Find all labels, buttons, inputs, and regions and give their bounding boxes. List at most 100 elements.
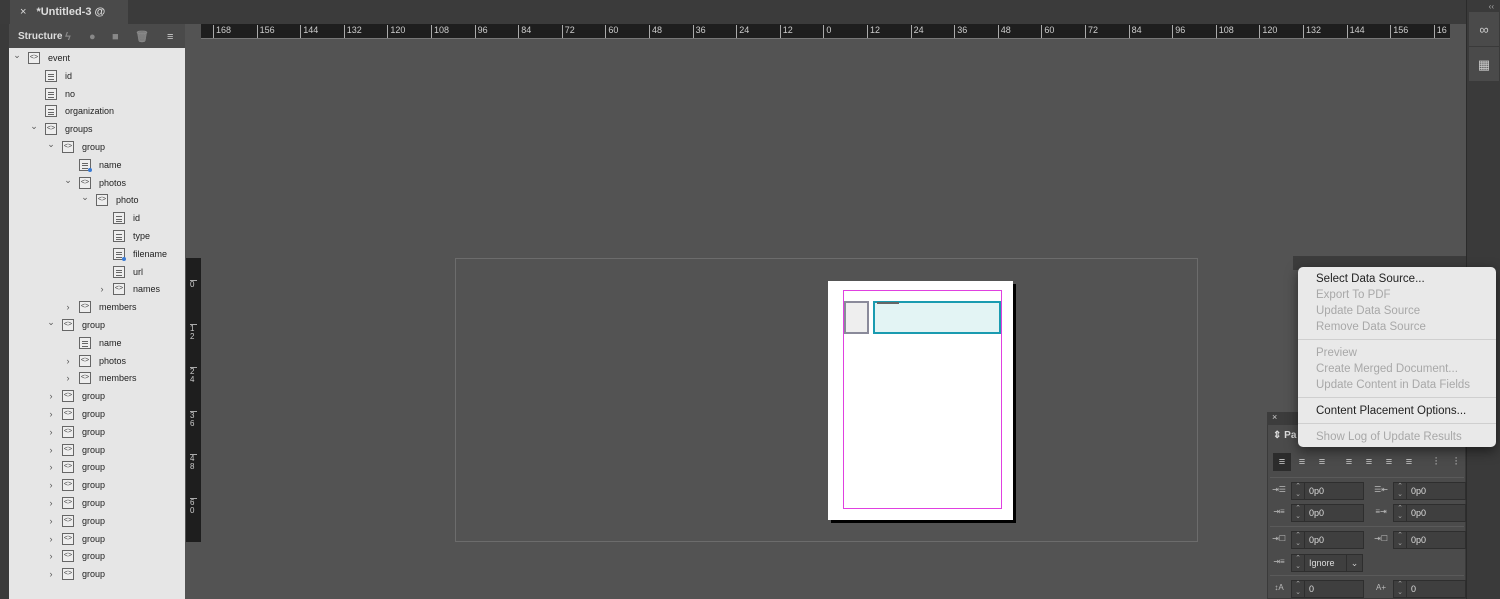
tree-item[interactable]: › <> names — [9, 280, 185, 298]
right-indent-field[interactable]: ⌃ ⌄ 0p0 — [1393, 482, 1466, 500]
tree-item[interactable]: name — [9, 156, 185, 174]
align-left-icon[interactable]: ≡ — [1273, 453, 1291, 471]
chevron-down-icon[interactable]: ⌄ — [46, 316, 56, 328]
ruler-tick-label: 60 — [605, 25, 618, 38]
stepper-icon[interactable]: ⌃ ⌄ — [1292, 581, 1305, 597]
space-after-field[interactable]: ⌃ ⌄ 0p0 — [1393, 531, 1466, 549]
tree-item[interactable]: › <> members — [9, 369, 185, 387]
tree-item[interactable]: › <> group — [9, 387, 185, 405]
horizontal-ruler[interactable]: 168 156 144 132 120 108 96 84 72 60 48 36 24 12 0 12 24 3… — [201, 24, 1450, 39]
tree-item[interactable]: › <> group — [9, 565, 185, 583]
align-right-icon[interactable]: ≡ — [1313, 453, 1331, 471]
trash-icon[interactable]: 🗑 — [135, 24, 149, 50]
tree-item[interactable]: url — [9, 263, 185, 281]
stepper-icon[interactable]: ⌃ ⌄ — [1394, 505, 1407, 521]
chevron-right-icon[interactable]: › — [46, 565, 56, 583]
tree-item[interactable]: › <> group — [9, 441, 185, 459]
chevron-down-icon[interactable]: ⌄ — [63, 174, 73, 186]
tree-item[interactable]: › <> group — [9, 423, 185, 441]
justify-right-icon[interactable]: ≡ — [1380, 453, 1398, 471]
image-frame[interactable] — [844, 301, 869, 334]
tree-item[interactable]: › <> group — [9, 512, 185, 530]
pasteboard[interactable] — [455, 258, 1198, 542]
chevron-right-icon[interactable]: › — [63, 369, 73, 387]
tree-item[interactable]: › <> group — [9, 494, 185, 512]
align-center-icon[interactable]: ≡ — [1293, 453, 1311, 471]
chevron-right-icon[interactable]: › — [46, 405, 56, 423]
collapse-dock-icon[interactable]: ‹‹ — [1489, 2, 1494, 11]
chevron-right-icon[interactable]: › — [46, 530, 56, 548]
chevron-right-icon[interactable]: › — [46, 441, 56, 459]
paragraph-panel-title[interactable]: ⇕ Pa — [1273, 430, 1296, 441]
links-icon[interactable]: ∞ — [1469, 12, 1499, 46]
justify-left-icon[interactable]: ≡ — [1340, 453, 1358, 471]
menu-item[interactable]: Select Data Source... — [1316, 271, 1425, 287]
drop-cap-lines-field[interactable]: ⌃ ⌄ 0 — [1291, 580, 1364, 598]
chevron-down-icon[interactable]: ⌄ — [46, 138, 56, 150]
menu-item[interactable]: Content Placement Options... — [1316, 403, 1466, 419]
space-before-field[interactable]: ⌃ ⌄ 0p0 — [1291, 531, 1364, 549]
chevron-right-icon[interactable]: › — [63, 352, 73, 370]
chevron-right-icon[interactable]: › — [46, 512, 56, 530]
chevron-right-icon[interactable]: › — [46, 458, 56, 476]
tree-item[interactable]: › <> members — [9, 298, 185, 316]
tree-item[interactable]: filename — [9, 245, 185, 263]
left-indent-field[interactable]: ⌃ ⌄ 0p0 — [1291, 482, 1364, 500]
vertical-ruler[interactable]: 0 12 24 36 48 60 — [186, 258, 201, 542]
tree-item[interactable]: ⌄ <> group — [9, 138, 185, 156]
close-panel-icon[interactable]: × — [1272, 412, 1277, 422]
tree-item[interactable]: type — [9, 227, 185, 245]
justify-center-icon[interactable]: ≡ — [1360, 453, 1378, 471]
stepper-icon[interactable]: ⌃ ⌄ — [1292, 505, 1305, 521]
chevron-down-icon[interactable]: ⌄ — [1346, 555, 1362, 571]
tree-item[interactable]: ⌄ <> photos — [9, 174, 185, 192]
align-to-grid-field[interactable]: ⌃ ⌄ Ignore ⌄ — [1291, 554, 1363, 572]
justify-all-icon[interactable]: ≡ — [1400, 453, 1418, 471]
tree-item[interactable]: › <> group — [9, 476, 185, 494]
tree-item[interactable]: ⌄ <> group — [9, 316, 185, 334]
chevron-down-icon[interactable]: ⌄ — [80, 191, 90, 203]
tree-item[interactable]: › <> group — [9, 405, 185, 423]
text-frame-selected[interactable] — [873, 301, 1001, 334]
tree-item[interactable]: › <> group — [9, 530, 185, 548]
chevron-right-icon[interactable]: › — [46, 476, 56, 494]
chevron-down-icon[interactable]: ⌄ — [29, 120, 39, 132]
first-line-indent-field[interactable]: ⌃ ⌄ 0p0 — [1291, 504, 1364, 522]
stepper-icon[interactable]: ⌃ ⌄ — [1292, 532, 1305, 548]
stepper-icon[interactable]: ⌃ ⌄ — [1394, 581, 1407, 597]
drop-cap-chars-field[interactable]: ⌃ ⌄ 0 — [1393, 580, 1466, 598]
document-tab[interactable]: ×*Untitled-3 @ 25% — [10, 0, 128, 42]
stepper-icon[interactable]: ⌃ ⌄ — [1394, 483, 1407, 499]
first-line-indent-icon: ⇥≡ — [1273, 507, 1285, 516]
tree-item[interactable]: › <> photos — [9, 352, 185, 370]
tree-item[interactable]: id — [9, 67, 185, 85]
data-merge-icon[interactable]: ▦ — [1469, 47, 1499, 81]
new-element-icon[interactable]: ■ — [112, 24, 119, 50]
align-toward-spine-icon[interactable]: ⫶ — [1427, 453, 1445, 471]
panel-menu-icon[interactable]: ≡ — [167, 24, 173, 50]
stepper-icon[interactable]: ⌃ ⌄ — [1292, 483, 1305, 499]
tree-item[interactable]: name — [9, 334, 185, 352]
lightning-icon[interactable]: ϟ — [65, 24, 71, 50]
chevron-right-icon[interactable]: › — [46, 387, 56, 405]
circle-icon[interactable]: ● — [89, 24, 96, 50]
close-tab-icon[interactable]: × — [20, 6, 26, 18]
stepper-icon[interactable]: ⌃ ⌄ — [1292, 555, 1305, 571]
chevron-right-icon[interactable]: › — [46, 494, 56, 512]
tree-item[interactable]: no — [9, 85, 185, 103]
chevron-right-icon[interactable]: › — [46, 547, 56, 565]
align-away-spine-icon[interactable]: ⫶ — [1447, 453, 1465, 471]
tree-item[interactable]: organization — [9, 102, 185, 120]
tree-item[interactable]: ⌄ <> photo — [9, 191, 185, 209]
chevron-right-icon[interactable]: › — [63, 298, 73, 316]
tree-item[interactable]: ⌄ <> event — [9, 49, 185, 67]
chevron-right-icon[interactable]: › — [46, 423, 56, 441]
tree-item[interactable]: ⌄ <> groups — [9, 120, 185, 138]
tree-item[interactable]: id — [9, 209, 185, 227]
last-line-indent-field[interactable]: ⌃ ⌄ 0p0 — [1393, 504, 1466, 522]
chevron-down-icon[interactable]: ⌄ — [12, 49, 22, 61]
chevron-right-icon[interactable]: › — [97, 280, 107, 298]
stepper-icon[interactable]: ⌃ ⌄ — [1394, 532, 1407, 548]
tree-item[interactable]: › <> group — [9, 547, 185, 565]
tree-item[interactable]: › <> group — [9, 458, 185, 476]
